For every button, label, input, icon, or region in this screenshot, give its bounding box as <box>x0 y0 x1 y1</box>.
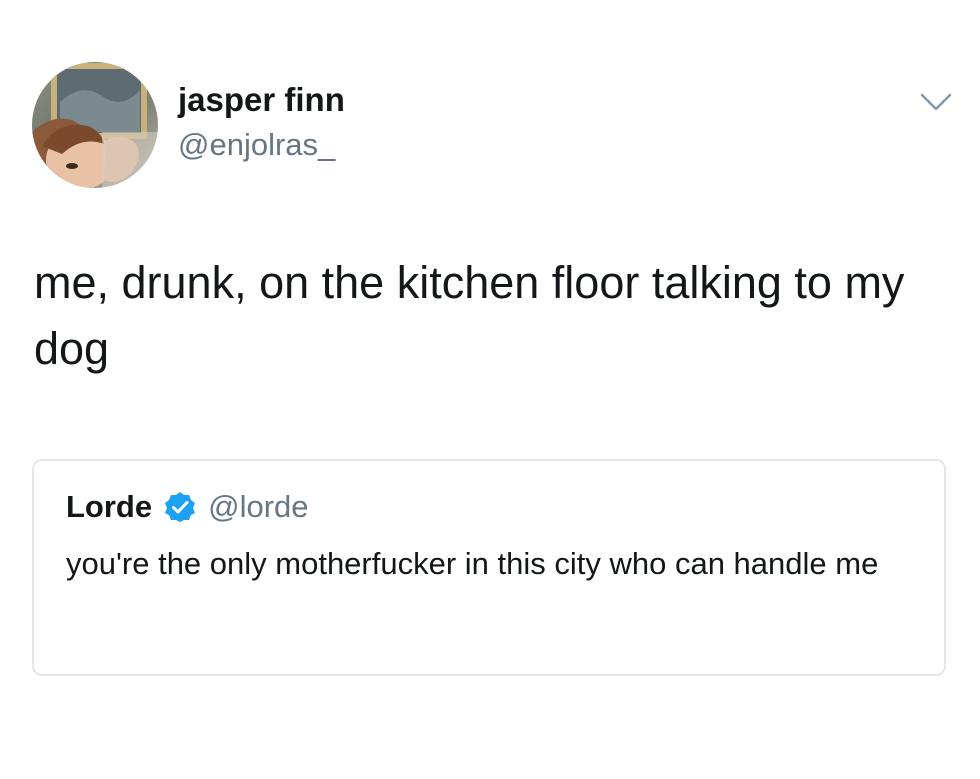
author-name[interactable]: jasper finn <box>178 80 345 120</box>
chevron-down-icon[interactable] <box>918 90 954 114</box>
verified-badge-icon <box>164 491 196 523</box>
quoted-tweet[interactable]: Lorde @lorde you're the only motherfucke… <box>32 459 946 676</box>
avatar[interactable] <box>32 62 158 188</box>
author-handle[interactable]: @enjolras_ <box>178 126 335 164</box>
tweet-text: me, drunk, on the kitchen floor talking … <box>34 257 905 374</box>
quoted-author-handle[interactable]: @lorde <box>208 487 308 527</box>
quoted-tweet-text: you're the only motherfucker in this cit… <box>66 546 879 581</box>
tweet-card: jasper finn @enjolras_ me, drunk, on the… <box>0 0 980 779</box>
avatar-image <box>32 62 158 188</box>
quoted-author-name[interactable]: Lorde <box>66 487 152 527</box>
quoted-tweet-header: Lorde @lorde <box>66 487 309 527</box>
